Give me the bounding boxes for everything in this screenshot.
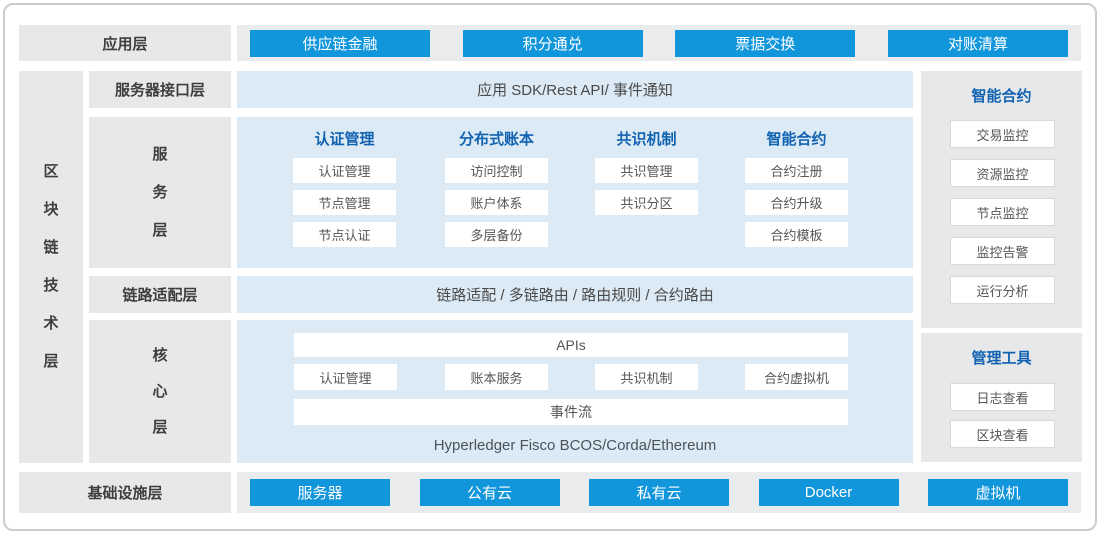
right-panel-smart-contract: 智能合约 交易监控 资源监控 节点监控 监控告警 运行分析 (921, 71, 1082, 328)
service-item: 账户体系 (445, 190, 548, 215)
infra-button-public-cloud: 公有云 (420, 479, 560, 506)
event-stream-bar: 事件流 (294, 399, 848, 425)
core-box-ledger-service: 账本服务 (445, 364, 548, 390)
service-column-consensus: 共识机制 共识管理 共识分区 (595, 117, 698, 215)
service-item: 访问控制 (445, 158, 548, 183)
monitor-item: 运行分析 (950, 276, 1055, 304)
service-column-header: 分布式账本 (445, 129, 548, 151)
sdk-api-bar: 应用 SDK/Rest API/ 事件通知 (237, 71, 913, 108)
right-panel-management-tools: 管理工具 日志查看 区块查看 (921, 333, 1082, 462)
platforms-text: Hyperledger Fisco BCOS/Corda/Ethereum (237, 433, 913, 457)
infrastructure-button-strip: 服务器 公有云 私有云 Docker 虚拟机 (237, 472, 1081, 513)
layer-label-infrastructure: 基础设施层 (19, 472, 231, 513)
application-button-strip: 供应链金融 积分通兑 票据交换 对账清算 (237, 25, 1081, 61)
monitor-item: 交易监控 (950, 120, 1055, 148)
monitor-item: 资源监控 (950, 159, 1055, 187)
tool-item: 日志查看 (950, 383, 1055, 411)
layer-label-core: 核心层 (89, 320, 231, 463)
right-panel-header: 管理工具 (921, 348, 1082, 370)
core-box-auth: 认证管理 (294, 364, 397, 390)
service-item: 节点管理 (293, 190, 396, 215)
right-panel-header: 智能合约 (921, 86, 1082, 108)
layer-label-blockchain-technology: 区块链技术层 (19, 71, 83, 463)
service-column-header: 智能合约 (745, 129, 848, 151)
app-button-reconciliation: 对账清算 (888, 30, 1068, 57)
monitor-item: 节点监控 (950, 198, 1055, 226)
blockchain-architecture-diagram: 应用层 供应链金融 积分通兑 票据交换 对账清算 区块链技术层 服务器接口层 服… (0, 0, 1100, 534)
apis-bar: APIs (294, 333, 848, 357)
layer-label-link-adaptation: 链路适配层 (89, 276, 231, 313)
infra-button-docker: Docker (759, 479, 899, 506)
infra-button-server: 服务器 (250, 479, 390, 506)
core-box-consensus: 共识机制 (595, 364, 698, 390)
service-item: 合约模板 (745, 222, 848, 247)
infra-button-private-cloud: 私有云 (589, 479, 729, 506)
service-item: 认证管理 (293, 158, 396, 183)
service-layer-panel: 认证管理 认证管理 节点管理 节点认证 分布式账本 访问控制 账户体系 多层备份… (237, 117, 913, 268)
service-item: 节点认证 (293, 222, 396, 247)
infra-button-vm: 虚拟机 (928, 479, 1068, 506)
core-layer-panel: APIs 认证管理 账本服务 共识机制 合约虚拟机 事件流 Hyperledge… (237, 320, 913, 463)
service-item: 共识管理 (595, 158, 698, 183)
blockchain-technology-vertical-text: 区块链技术层 (43, 153, 59, 381)
service-column-ledger: 分布式账本 访问控制 账户体系 多层备份 (445, 117, 548, 247)
service-item: 合约注册 (745, 158, 848, 183)
layer-label-service: 服务层 (89, 117, 231, 268)
service-column-smart-contract: 智能合约 合约注册 合约升级 合约模板 (745, 117, 848, 247)
monitor-item: 监控告警 (950, 237, 1055, 265)
app-button-points-exchange: 积分通兑 (463, 30, 643, 57)
service-item: 合约升级 (745, 190, 848, 215)
service-layer-vertical-text: 服务层 (152, 136, 168, 250)
service-column-auth: 认证管理 认证管理 节点管理 节点认证 (293, 117, 396, 247)
link-adaptation-bar: 链路适配 / 多链路由 / 路由规则 / 合约路由 (237, 276, 913, 313)
core-box-contract-vm: 合约虚拟机 (745, 364, 848, 390)
core-layer-vertical-text: 核心层 (152, 338, 168, 446)
service-item: 共识分区 (595, 190, 698, 215)
layer-label-application: 应用层 (19, 25, 231, 61)
tool-item: 区块查看 (950, 420, 1055, 448)
app-button-supply-chain-finance: 供应链金融 (250, 30, 430, 57)
layer-label-server-interface: 服务器接口层 (89, 71, 231, 108)
app-button-bill-exchange: 票据交换 (675, 30, 855, 57)
service-item: 多层备份 (445, 222, 548, 247)
service-column-header: 共识机制 (595, 129, 698, 151)
service-column-header: 认证管理 (293, 129, 396, 151)
